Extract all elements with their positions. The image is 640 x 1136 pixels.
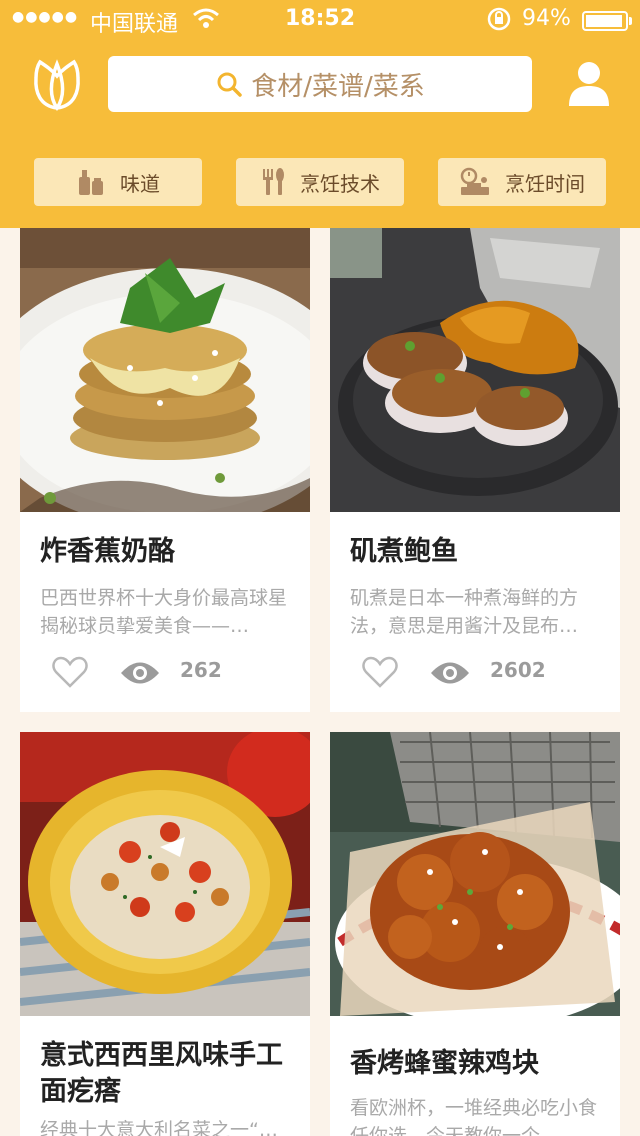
filter-taste-label: 味道 <box>120 171 160 196</box>
filter-taste-button[interactable]: 味道 <box>34 158 202 206</box>
view-count: 262 <box>180 658 222 682</box>
timer-scale-icon <box>460 167 489 195</box>
recipe-description: 巴西世界杯十大身价最高球星揭秘球员挚爱美食——… <box>40 587 288 637</box>
recipe-title: 炸香蕉奶酪 <box>40 536 175 567</box>
views-eye-icon <box>431 662 469 684</box>
user-profile-icon[interactable] <box>568 60 610 108</box>
recipe-description: 看欧洲杯，一堆经典必吃小食任你选，今天教你一个… <box>350 1097 598 1136</box>
recipe-description: 经典十大意大利名菜之一“… <box>40 1119 278 1136</box>
filter-time-label: 烹饪时间 <box>505 171 585 196</box>
utensils-icon <box>263 168 284 195</box>
recipe-card[interactable]: 矶煮鲍鱼 矶煮是日本一种煮海鲜的方法，意思是用酱汁及昆布… 2602 <box>330 228 620 712</box>
recipe-description: 矶煮是日本一种煮海鲜的方法，意思是用酱汁及昆布… <box>350 587 579 637</box>
seasoning-bottles-icon <box>79 170 103 195</box>
recipe-title: 意式西西里风味手工面疙瘩 <box>40 1040 283 1107</box>
tulip-logo-icon[interactable] <box>32 56 82 112</box>
filter-technique-label: 烹饪技术 <box>300 171 380 196</box>
recipe-photo-abalone <box>330 228 620 512</box>
app-header: ●●●●● 中国联通 18:52 94% 食材/菜谱/菜系 味道 烹饪技术 烹饪… <box>0 0 640 228</box>
views-eye-icon <box>121 662 159 684</box>
recipe-title: 矶煮鲍鱼 <box>350 536 458 567</box>
view-count: 2602 <box>490 658 546 682</box>
recipe-photo-honey-chicken <box>330 732 620 1016</box>
recipe-card[interactable]: 炸香蕉奶酪 巴西世界杯十大身价最高球星揭秘球员挚爱美食——… 262 <box>20 228 310 712</box>
recipe-stats: 2602 <box>362 652 602 692</box>
recipe-stats: 262 <box>52 652 292 692</box>
like-heart-icon[interactable] <box>52 656 88 688</box>
filter-technique-button[interactable]: 烹饪技术 <box>236 158 404 206</box>
search-input[interactable]: 食材/菜谱/菜系 <box>108 56 532 112</box>
battery-percentage: 94% <box>522 6 571 31</box>
rotation-lock-icon <box>486 6 512 38</box>
recipe-title: 香烤蜂蜜辣鸡块 <box>350 1048 539 1079</box>
battery-icon <box>582 11 632 31</box>
status-bar: ●●●●● 中国联通 18:52 94% <box>0 0 640 40</box>
search-placeholder: 食材/菜谱/菜系 <box>251 71 425 102</box>
search-icon <box>217 72 242 97</box>
recipe-card[interactable]: 香烤蜂蜜辣鸡块 看欧洲杯，一堆经典必吃小食任你选，今天教你一个… <box>330 732 620 1136</box>
recipe-photo-gnocchi <box>20 732 310 1016</box>
recipe-photo-banana-cheese <box>20 228 310 512</box>
filter-time-button[interactable]: 烹饪时间 <box>438 158 606 206</box>
recipe-card[interactable]: 意式西西里风味手工面疙瘩 经典十大意大利名菜之一“… <box>20 732 310 1136</box>
like-heart-icon[interactable] <box>362 656 398 688</box>
